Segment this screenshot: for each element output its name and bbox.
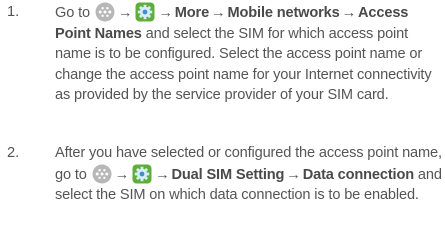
arrow: → [117,5,133,21]
arrow: → [158,5,173,21]
step-text: After you have selected or configured th… [55,143,443,206]
arrow: → [341,5,357,21]
menu-more: More [174,5,210,21]
settings-gear-icon [132,164,152,184]
arrow: → [155,166,170,183]
settings-gear-icon [135,2,155,22]
menu-mobile-networks: Mobile networks [227,5,340,21]
step-number: 2. [7,145,20,161]
arrow: → [286,166,301,183]
arrow: → [211,5,226,21]
step-number: 1. [7,4,20,20]
apps-drawer-icon [95,2,115,22]
go-to-text: Go to [55,5,90,21]
step-text: Go to → → More → Mobile networks → Acces… [55,2,443,106]
menu-data-connection: Data connection [302,166,414,183]
instruction-document: 1. Go to → → More → Mobile networks → Ac… [0,0,445,249]
arrow: → [114,166,130,183]
menu-dual-sim-setting: Dual SIM Setting [171,166,285,183]
apps-drawer-icon [92,164,112,184]
